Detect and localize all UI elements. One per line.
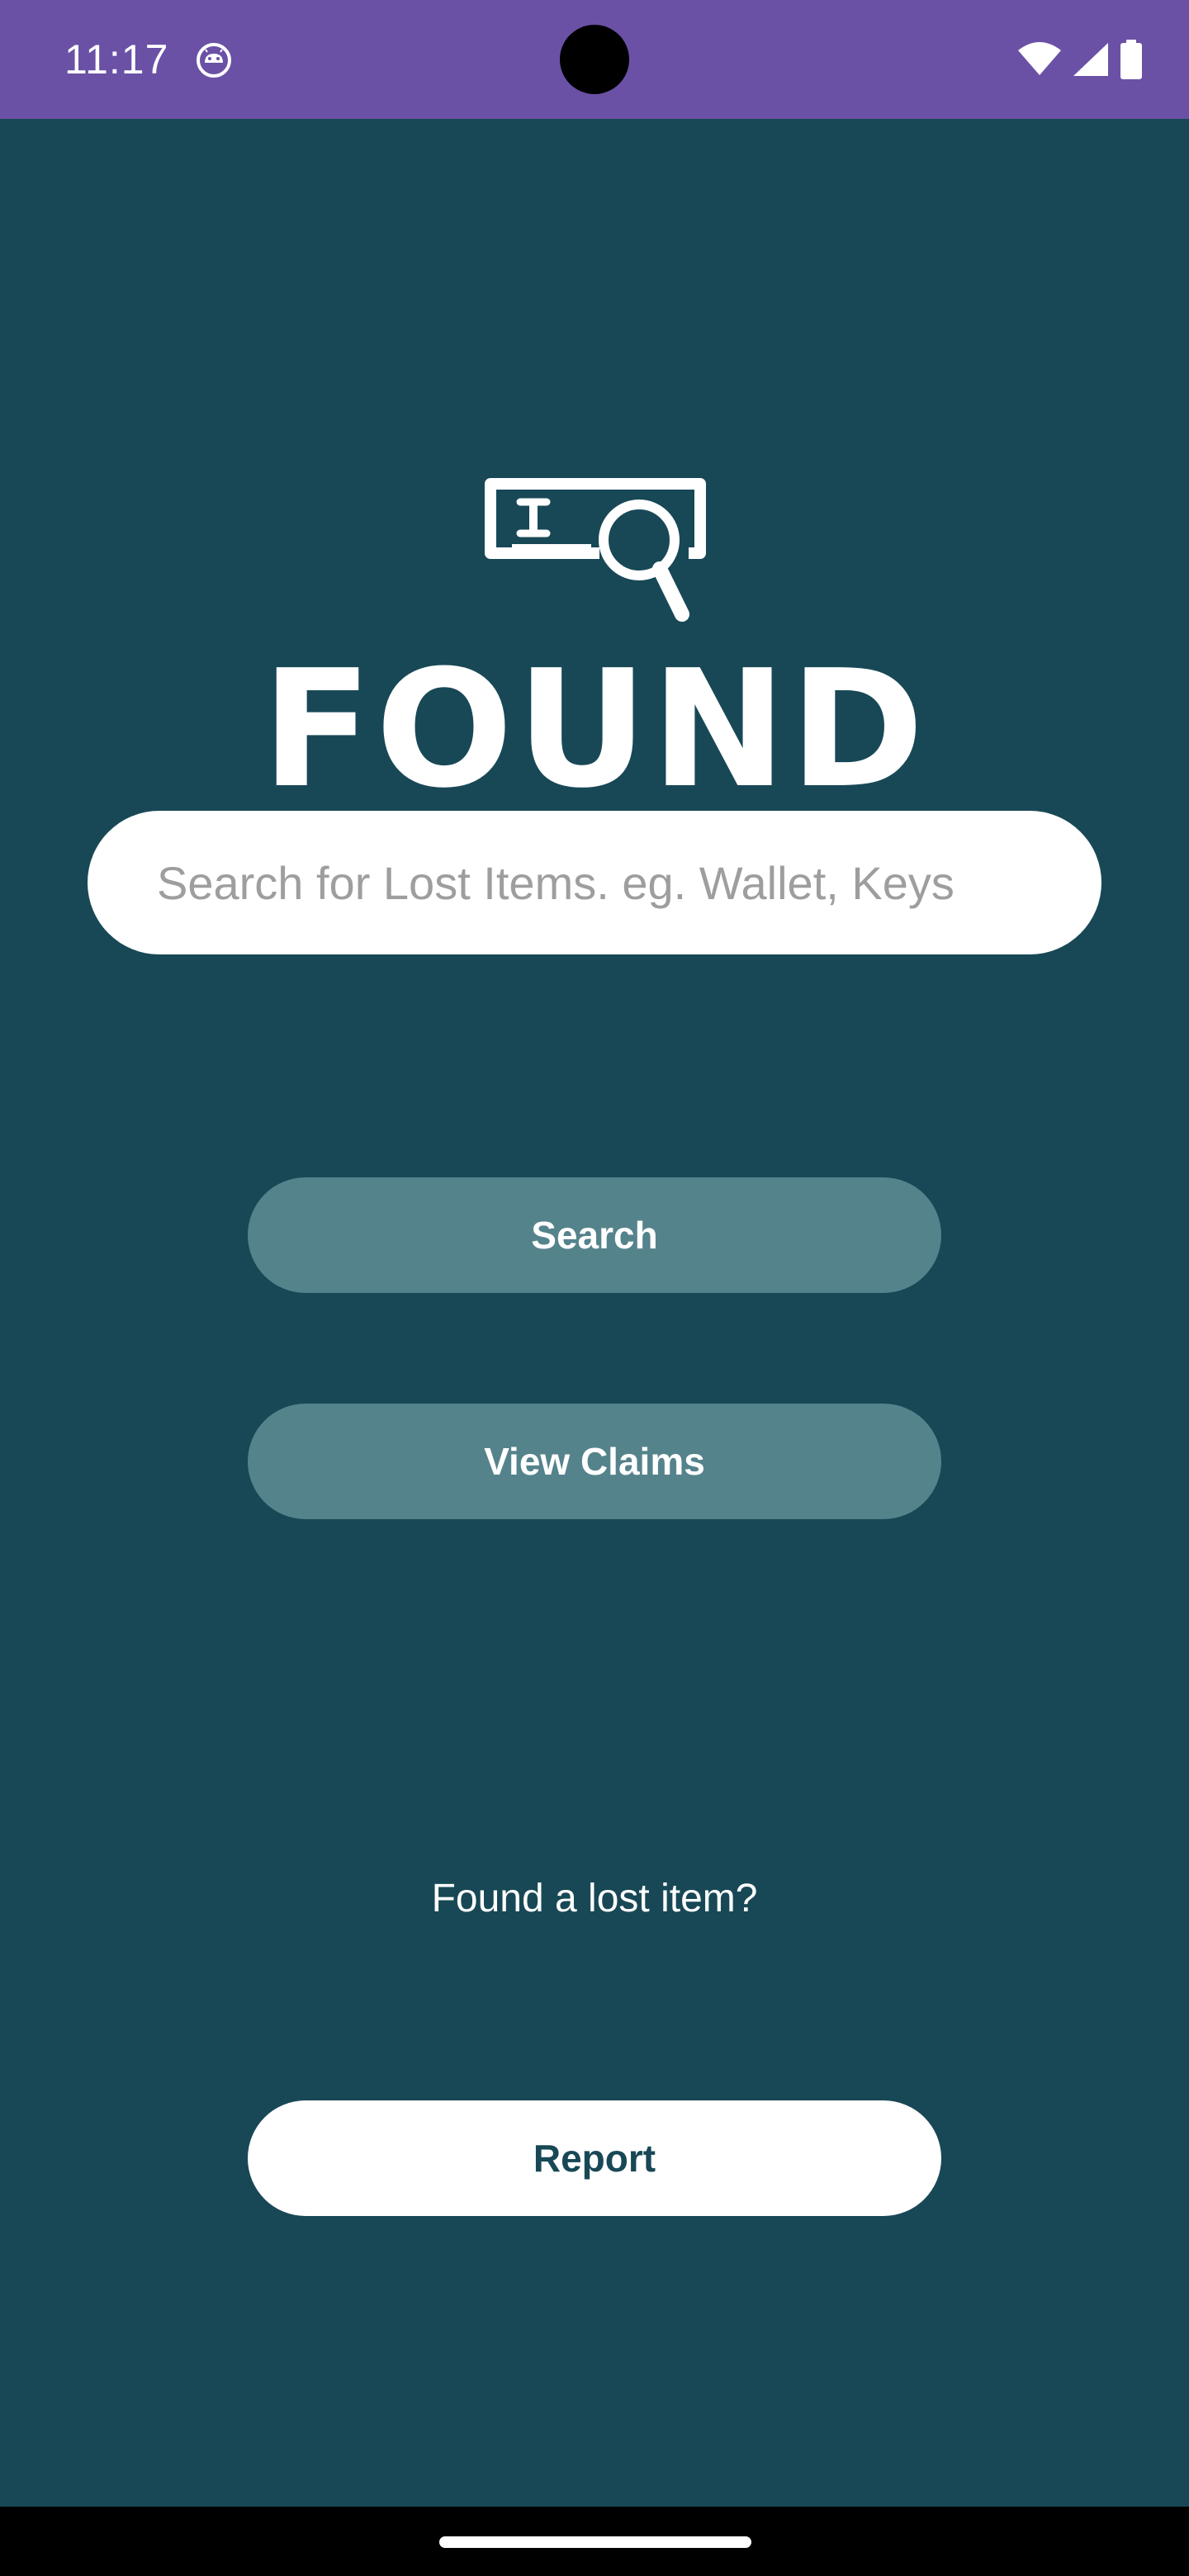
- report-button-label: Report: [533, 2137, 656, 2180]
- search-button[interactable]: Search: [248, 1177, 941, 1293]
- status-time: 11:17: [64, 36, 169, 83]
- android-app-icon: [197, 43, 231, 78]
- id-card-search-icon: [485, 478, 706, 622]
- view-claims-button[interactable]: View Claims: [248, 1404, 941, 1519]
- battery-icon: [1120, 40, 1142, 79]
- status-bar: 11:17: [0, 0, 1189, 119]
- search-input[interactable]: [88, 811, 1101, 954]
- wifi-icon: [1018, 42, 1061, 75]
- status-icons: [1017, 38, 1143, 81]
- home-gesture-handle[interactable]: [439, 2536, 751, 2548]
- report-button[interactable]: Report: [248, 2100, 941, 2216]
- view-claims-button-label: View Claims: [484, 1440, 705, 1483]
- camera-cutout: [560, 25, 629, 94]
- navigation-bar: [0, 2507, 1189, 2576]
- found-item-prompt: Found a lost item?: [431, 1877, 758, 1920]
- cell-signal-icon: [1073, 43, 1108, 76]
- app-logo-text: FOUND: [261, 636, 928, 824]
- search-button-label: Search: [531, 1214, 658, 1257]
